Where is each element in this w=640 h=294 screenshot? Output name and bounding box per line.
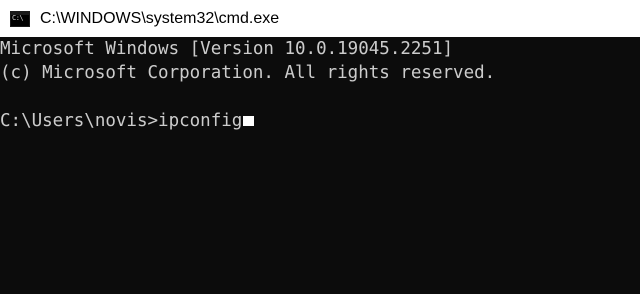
console-line-version: Microsoft Windows [Version 10.0.19045.22…: [0, 39, 454, 59]
text-cursor: [243, 116, 255, 126]
cmd-icon[interactable]: C:\: [10, 10, 30, 27]
cmd-icon-label: C:\: [12, 13, 24, 22]
title-bar[interactable]: C:\ C:\WINDOWS\system32\cmd.exe: [0, 0, 640, 37]
cmd-window: C:\ C:\WINDOWS\system32\cmd.exe Microsof…: [0, 0, 640, 294]
console-prompt-line[interactable]: C:\Users\novis>ipconfig: [0, 109, 640, 133]
console-line-copyright: (c) Microsoft Corporation. All rights re…: [0, 63, 496, 83]
prompt-command: C:\Users\novis>ipconfig: [0, 111, 243, 131]
console-area[interactable]: Microsoft Windows [Version 10.0.19045.22…: [0, 37, 640, 294]
window-title: C:\WINDOWS\system32\cmd.exe: [40, 9, 280, 27]
